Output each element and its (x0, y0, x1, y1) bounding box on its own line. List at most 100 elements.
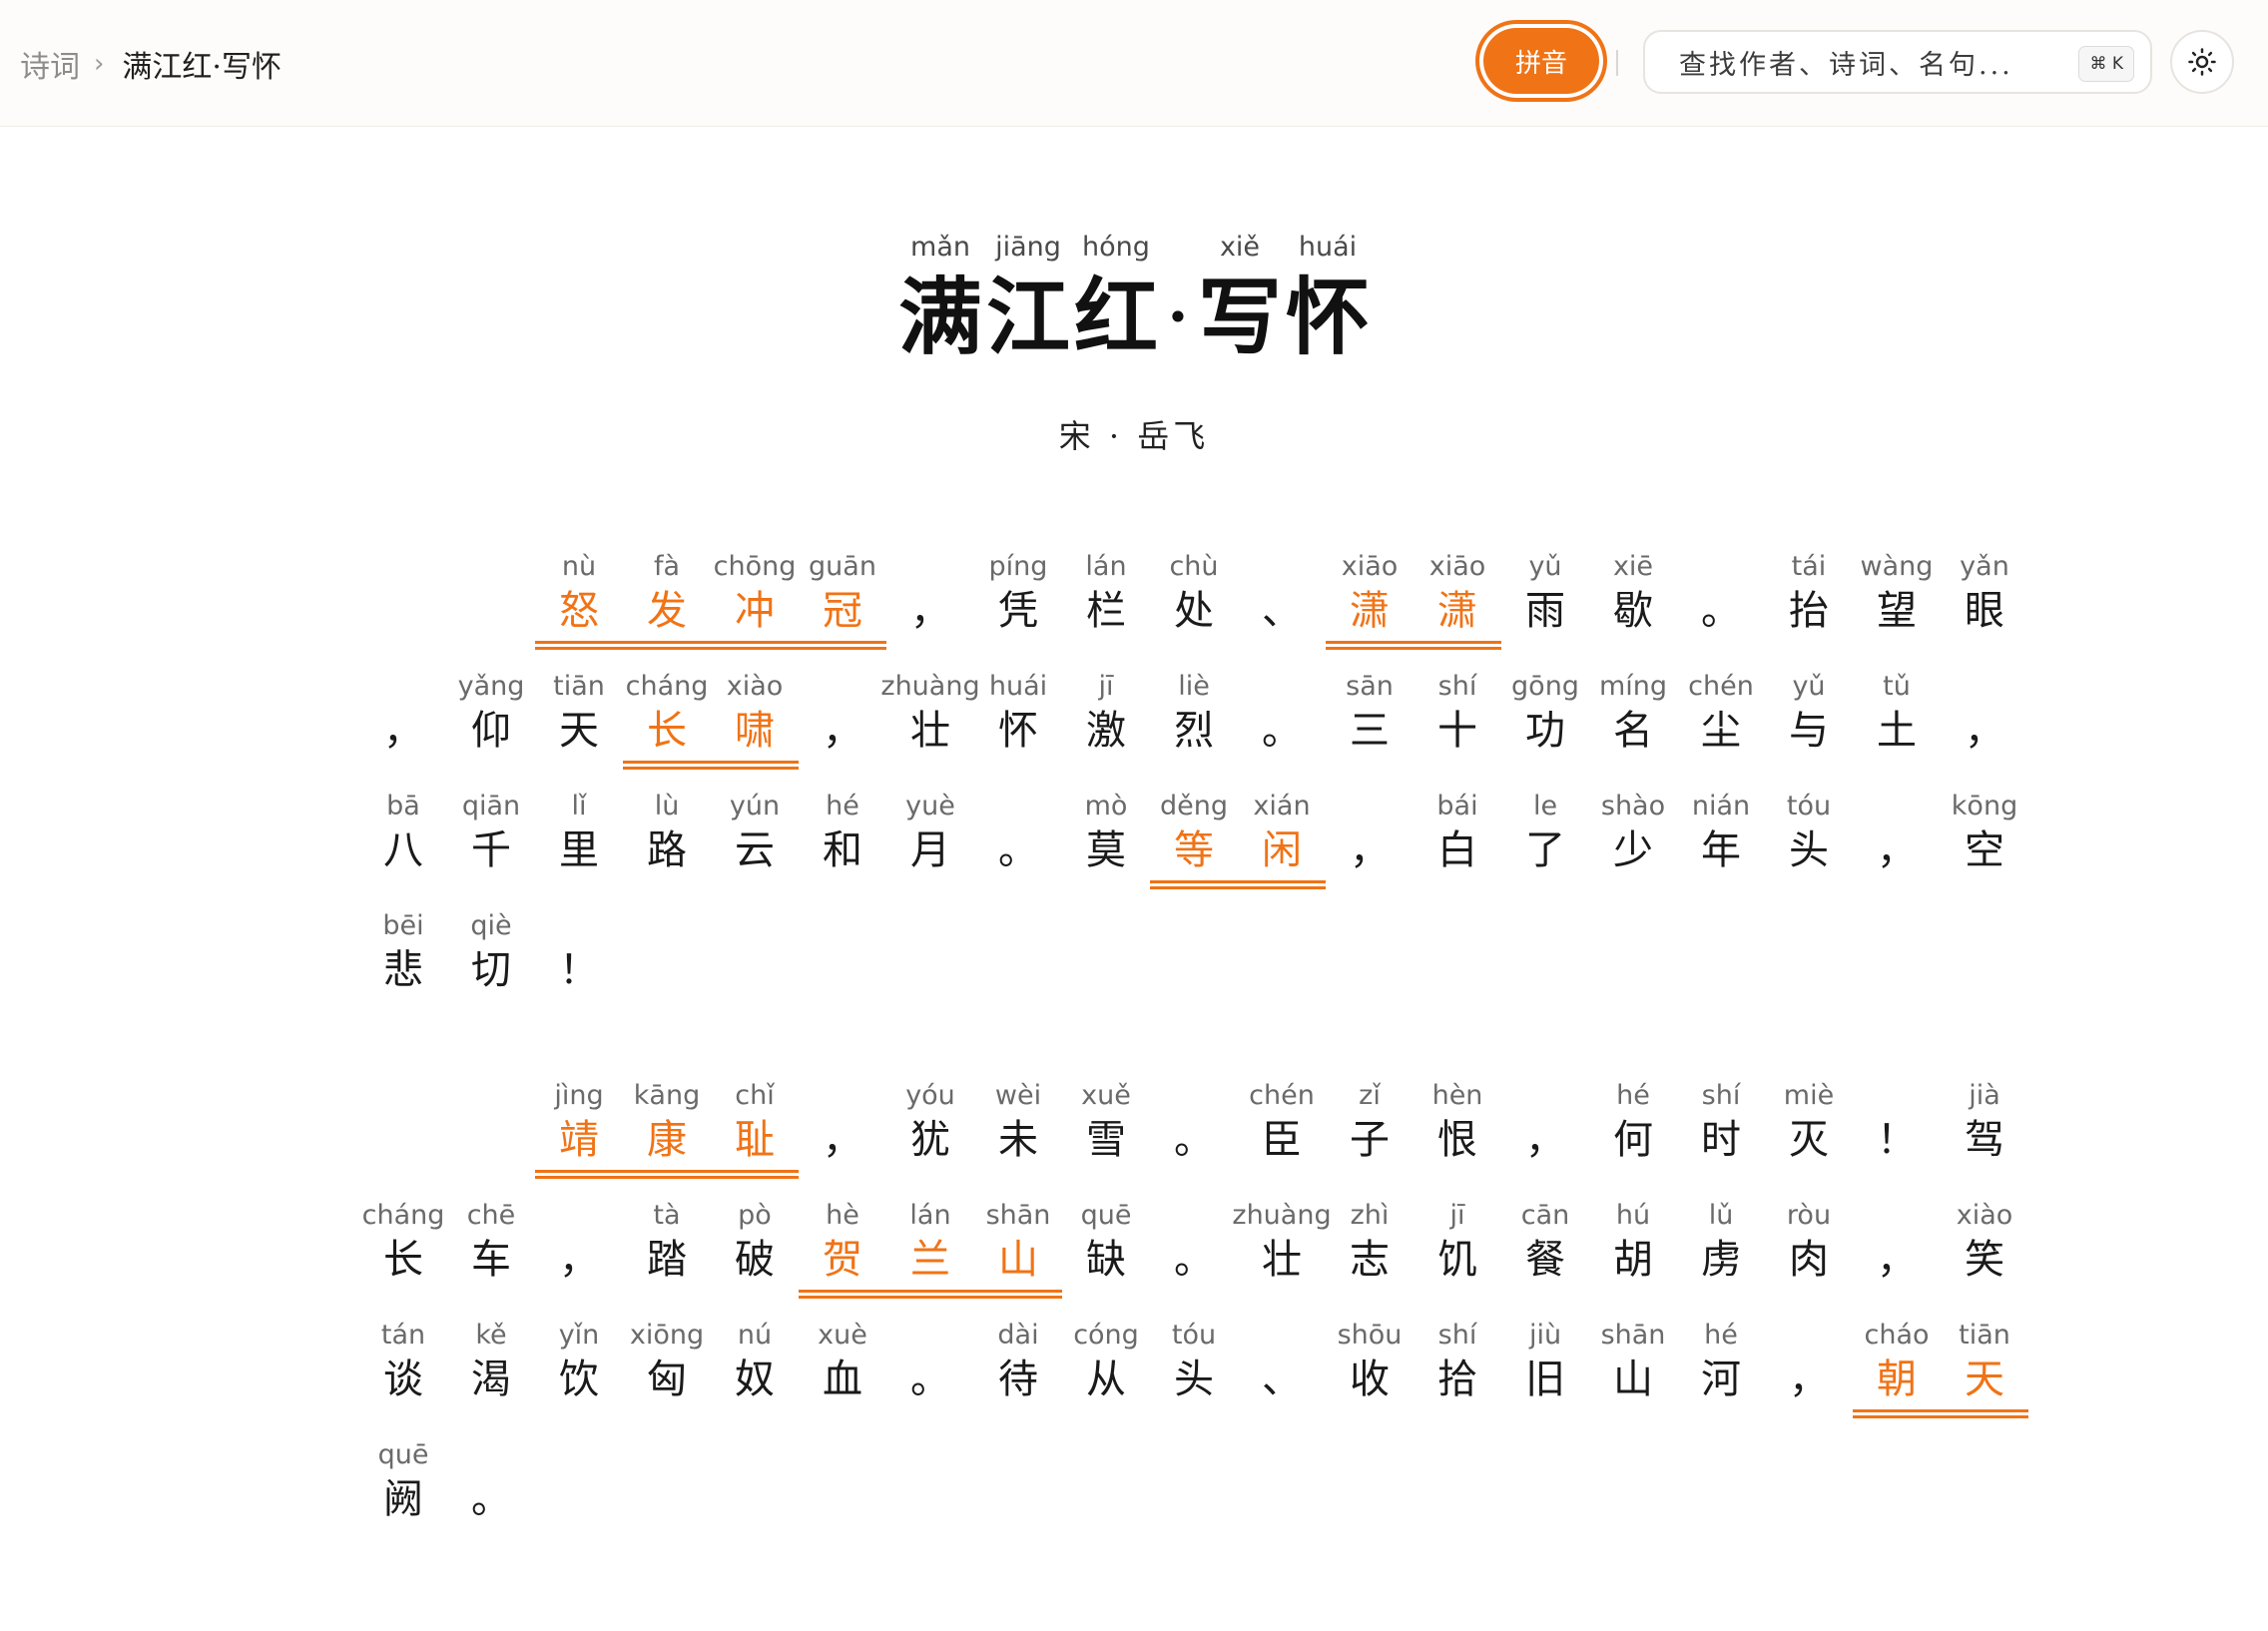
poem-char-hanzi: 餐 (1525, 1237, 1565, 1283)
poem-char: liè 烈 (1150, 671, 1238, 771)
poem-char-hanzi: 车 (471, 1237, 511, 1283)
poem-char: xuě 雪 (1062, 1080, 1150, 1180)
poem-char-hanzi: 未 (998, 1117, 1038, 1163)
poem-char-hanzi: 犹 (910, 1117, 950, 1163)
poem-char-hanzi: ， (559, 1237, 599, 1283)
poem-char-hanzi: 雨 (1525, 588, 1565, 634)
poem-char: chù 处 (1150, 551, 1238, 651)
poem-char-hanzi: 匈 (647, 1357, 687, 1402)
poem-char-hanzi: 山 (1613, 1357, 1653, 1402)
poem-char: jià 驾 (1941, 1080, 2028, 1180)
poem-char-hanzi: 切 (471, 947, 511, 993)
poem-char-hanzi: 何 (1613, 1117, 1653, 1163)
poem-char-hanzi: ， (823, 1117, 862, 1163)
poem-char: miè 灭 (1765, 1080, 1853, 1180)
poem-char-hanzi: 三 (1350, 708, 1390, 754)
poem-char-hanzi: 眼 (1965, 588, 2004, 634)
poem-char-hanzi: 潇 (1350, 588, 1390, 634)
poem-char-highlighted[interactable]: xián 闲 (1238, 791, 1326, 890)
poem-char-hanzi: 。 (910, 1357, 950, 1402)
poem-char-hanzi: ， (1350, 827, 1390, 873)
poem-char-hanzi: 。 (1262, 708, 1302, 754)
poem-char-hanzi: 十 (1437, 708, 1477, 754)
poem-char-highlighted[interactable]: xiào 啸 (711, 671, 799, 771)
poem-char-hanzi: 山 (998, 1237, 1038, 1283)
poem-char-hanzi: 志 (1350, 1237, 1390, 1283)
poem-char-hanzi: 啸 (735, 708, 775, 754)
poem-char: tǔ 土 (1853, 671, 1941, 771)
poem-char-highlighted[interactable]: tiān 天 (1941, 1320, 2028, 1419)
poem-char-hanzi: 笑 (1965, 1237, 2004, 1283)
poem-char-hanzi: 。 (1174, 1237, 1214, 1283)
poem-char-hanzi: 悲 (383, 947, 423, 993)
poem-char-hanzi: 怀 (998, 708, 1038, 754)
poem-char-hanzi: 饥 (1437, 1237, 1477, 1283)
poem-char-hanzi: 少 (1613, 827, 1653, 873)
poem-char-hanzi: 子 (1350, 1117, 1390, 1163)
poem-char: yuè 月 (886, 791, 974, 890)
poem-char-hanzi: 收 (1350, 1357, 1390, 1402)
poem-char-hanzi: 饮 (559, 1357, 599, 1402)
poem-char-hanzi: 长 (647, 708, 687, 754)
poem-char: chē 车 (447, 1200, 535, 1300)
poem-char: tóu 头 (1765, 791, 1853, 890)
poem-char-hanzi: 河 (1701, 1357, 1741, 1402)
poem-char: hèn 恨 (1414, 1080, 1501, 1180)
poem-char-hanzi: ， (1877, 827, 1917, 873)
poem-char-hanzi: 待 (998, 1357, 1038, 1402)
poem-char-pinyin: xiào (1956, 1200, 2013, 1231)
poem-char-hanzi: 土 (1877, 708, 1917, 754)
poem-char-hanzi: 臣 (1262, 1117, 1302, 1163)
poem-char-hanzi: 闲 (1262, 827, 1302, 873)
poem-char: hé 河 (1677, 1320, 1765, 1419)
poem-char-hanzi: 了 (1525, 827, 1565, 873)
poem-char-hanzi: 激 (1086, 708, 1126, 754)
poem-char-hanzi: ， (1965, 708, 2004, 754)
poem-char-hanzi: 冠 (823, 588, 862, 634)
poem-char-highlighted[interactable]: guān 冠 (799, 551, 886, 651)
poem-char-hanzi: 踏 (647, 1237, 687, 1283)
poem-char-hanzi: 月 (910, 827, 950, 873)
poem-char-hanzi: 和 (823, 827, 862, 873)
poem-char-hanzi: 虏 (1701, 1237, 1741, 1283)
poem-char: ròu 肉 (1765, 1200, 1853, 1300)
poem-char-hanzi: 头 (1789, 827, 1829, 873)
poem-char-hanzi: 天 (559, 708, 599, 754)
poem-body: nù 怒 fà 发 chōng 冲 guān 冠， píng 凭 lán 栏 chù 处、 xiāo 潇 xiā… (0, 0, 2268, 1631)
poem-char-hanzi: 兰 (910, 1237, 950, 1283)
poem-char-hanzi: 与 (1789, 708, 1829, 754)
poem-char-hanzi: 、 (1262, 1357, 1302, 1402)
poem-char-hanzi: 灭 (1789, 1117, 1829, 1163)
poem-char-hanzi: 仰 (471, 708, 511, 754)
poem-char-hanzi: 雪 (1086, 1117, 1126, 1163)
poem-char: quē 缺 (1062, 1200, 1150, 1300)
poem-char-hanzi: 。 (1701, 588, 1741, 634)
poem-char-hanzi: 年 (1701, 827, 1741, 873)
poem-char-hanzi: 处 (1174, 588, 1214, 634)
poem-char: xiào 笑 (1941, 1200, 2028, 1300)
poem-char-hanzi: 从 (1086, 1357, 1126, 1402)
poem-char-hanzi: 胡 (1613, 1237, 1653, 1283)
poem-char-hanzi: ， (1789, 1357, 1829, 1402)
poem-char-hanzi: 贺 (823, 1237, 862, 1283)
poem-char-hanzi: 天 (1965, 1357, 2004, 1402)
poem-char: kōng 空 (1941, 791, 2028, 890)
poem-char-hanzi: 空 (1965, 827, 2004, 873)
poem-char-highlighted[interactable]: chǐ 耻 (711, 1080, 799, 1180)
poem-char-hanzi: 。 (471, 1476, 511, 1522)
poem-char-hanzi: 壮 (1262, 1237, 1302, 1283)
poem-char-hanzi: 等 (1174, 827, 1214, 873)
poem-char-hanzi: 朝 (1877, 1357, 1917, 1402)
poem-char-hanzi: 千 (471, 827, 511, 873)
poem-char-hanzi: ， (823, 708, 862, 754)
poem-char-hanzi: 怒 (559, 588, 599, 634)
poem-char-hanzi: 白 (1437, 827, 1477, 873)
poem-char-hanzi: ， (1525, 1117, 1565, 1163)
poem-char-hanzi: 潇 (1437, 588, 1477, 634)
poem-char-hanzi: 耻 (735, 1117, 775, 1163)
poem-char-hanzi: 功 (1525, 708, 1565, 754)
poem-char-hanzi: 阙 (383, 1476, 423, 1522)
poem-char-hanzi: ！ (1877, 1117, 1917, 1163)
poem-char-hanzi: 。 (998, 827, 1038, 873)
poem-char-pinyin: yǎn (1960, 551, 2009, 582)
